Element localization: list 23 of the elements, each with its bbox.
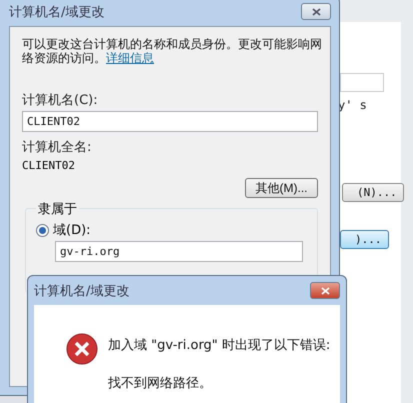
close-button[interactable] (310, 282, 340, 299)
group-label: 隶属于 (36, 200, 79, 218)
close-icon (320, 286, 330, 294)
full-name-text: CLIENT02 (22, 159, 76, 172)
input-field[interactable] (340, 73, 384, 92)
more-button[interactable]: 其他(M)... (245, 178, 318, 198)
computer-name-field[interactable]: CLIENT02 (22, 111, 318, 132)
radio-button[interactable] (36, 224, 49, 236)
window-title: 计算机名/域更改 (34, 282, 130, 300)
error-icon (66, 333, 98, 365)
error-message: 加入域 "gv-ri.org" 时出现了以下错误: (108, 337, 330, 354)
partial-button[interactable]: )... (340, 230, 388, 249)
field-label: 计算机全名: (22, 139, 92, 156)
partial-button[interactable]: (N)... (342, 183, 404, 202)
close-button[interactable] (301, 3, 331, 20)
description-text: 可以更改这台计算机的名称和成员身份。更改可能影响网络资源的访问。详细信息 (22, 37, 323, 65)
window-title: 计算机名/域更改 (9, 4, 104, 20)
details-link[interactable]: 详细信息 (106, 51, 154, 65)
field-label: 计算机名(C): (22, 92, 99, 109)
domain-field[interactable]: gv-ri.org (55, 241, 303, 262)
close-icon (312, 8, 320, 16)
radio-option[interactable]: 域(D): (36, 221, 303, 239)
error-detail: 找不到网络路径。 (108, 375, 213, 392)
